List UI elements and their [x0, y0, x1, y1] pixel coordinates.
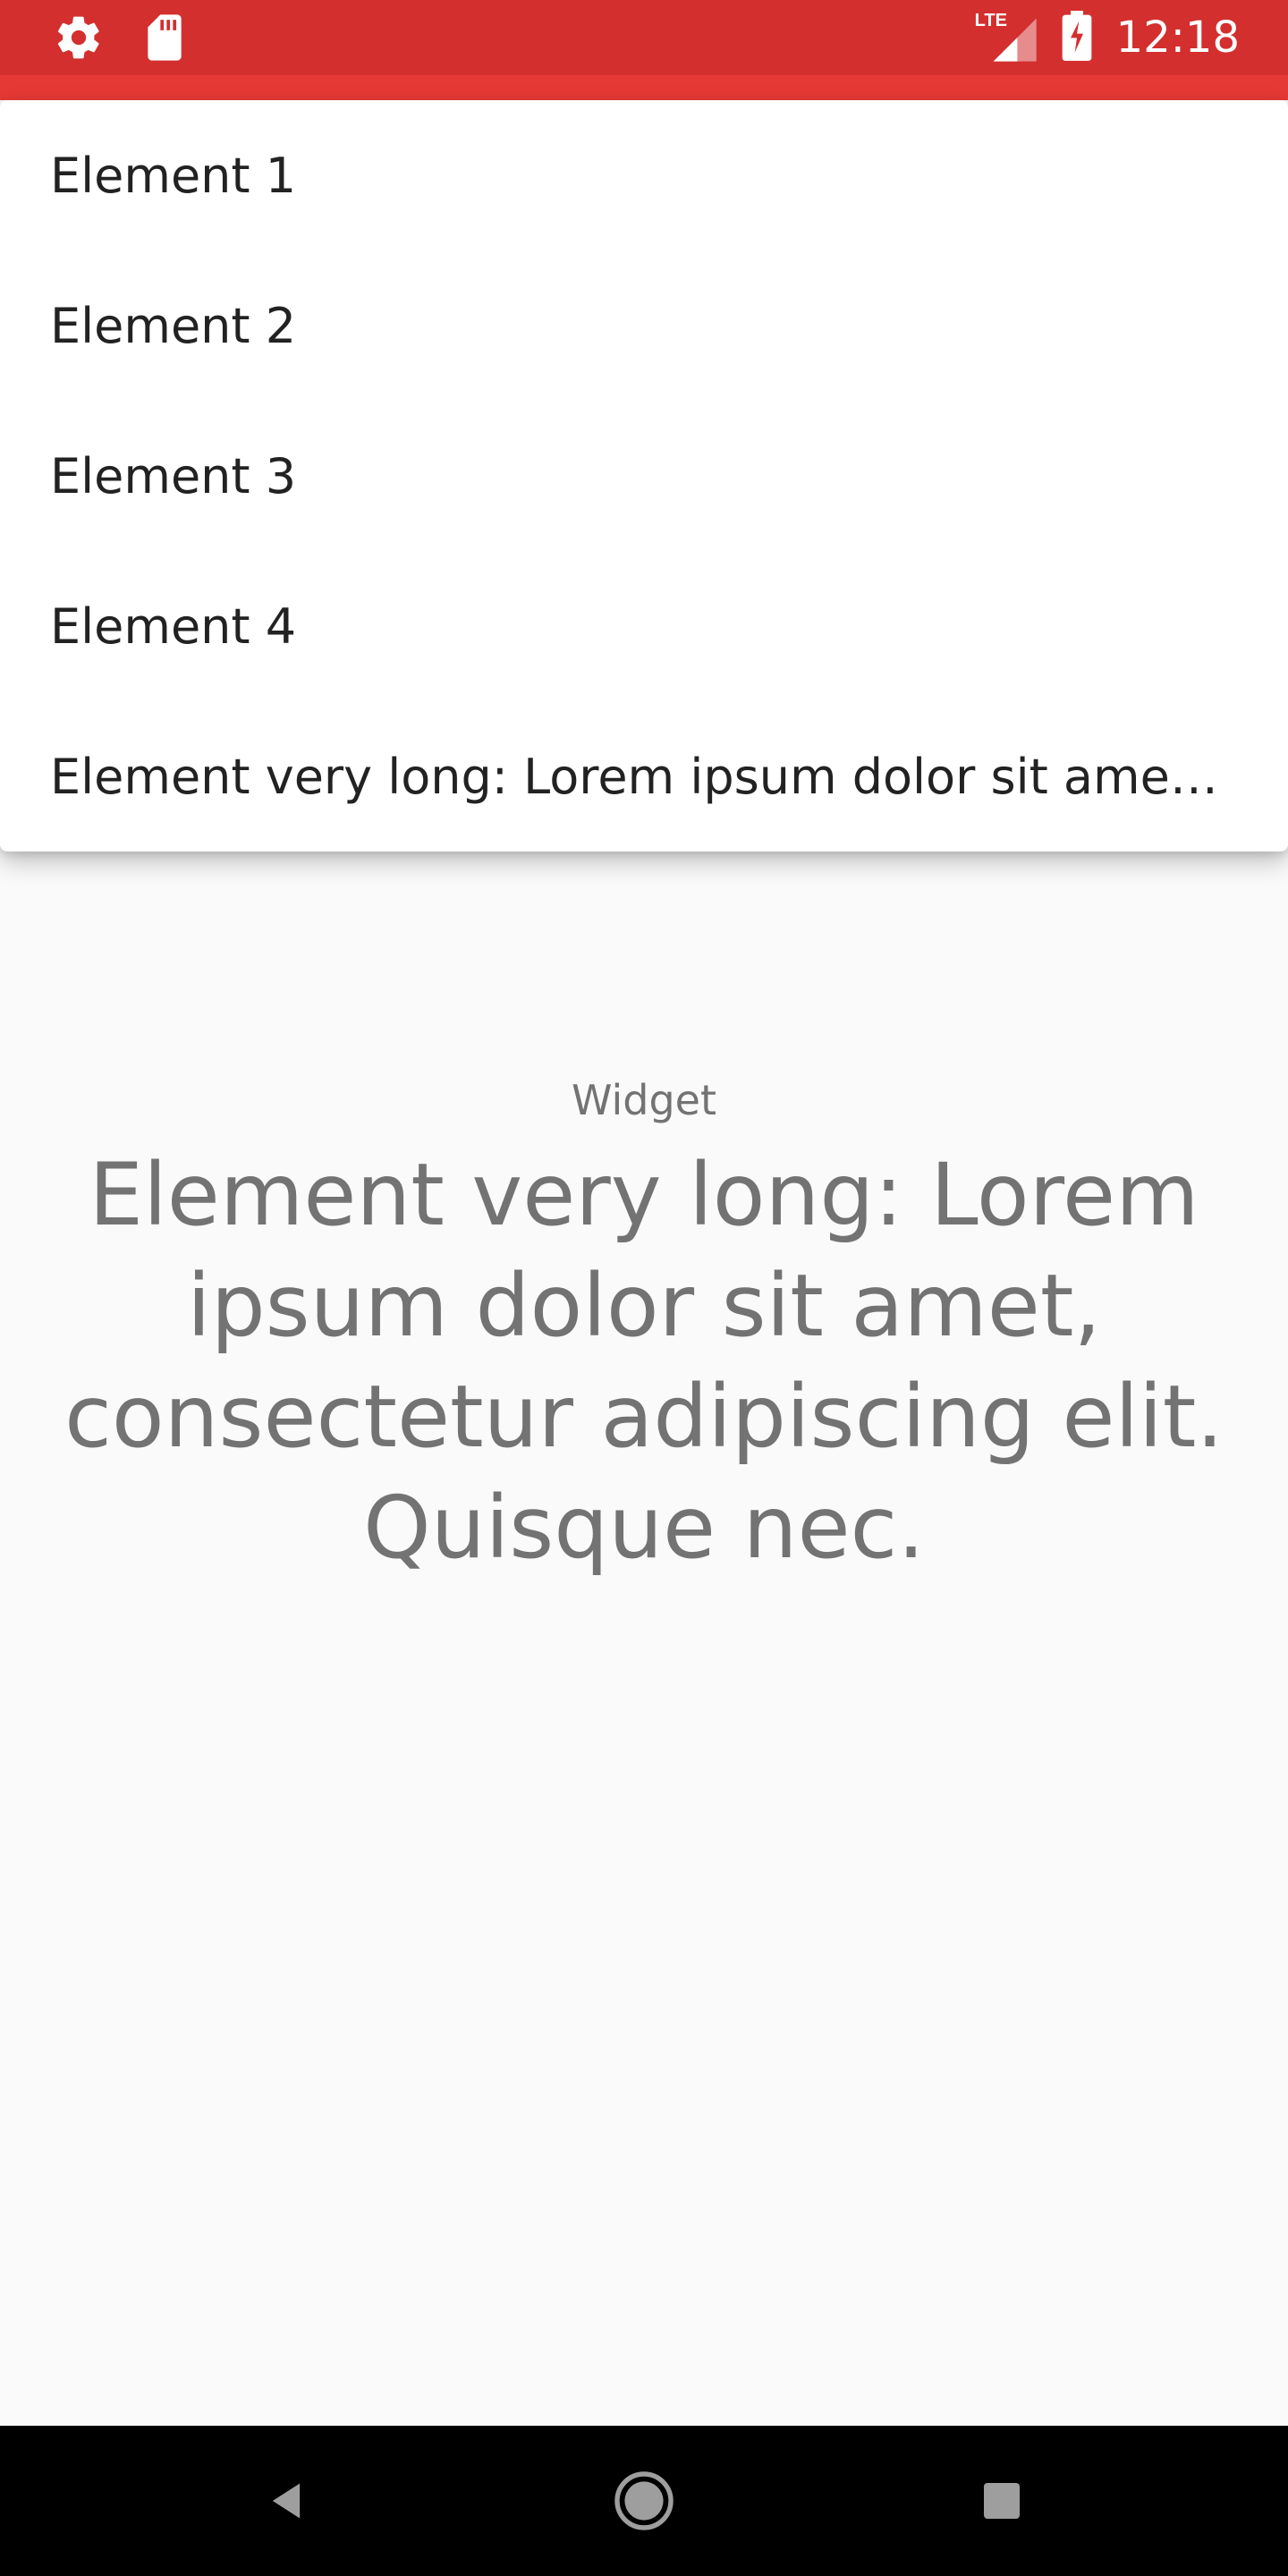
- app-bar: [0, 75, 1288, 100]
- sd-card-icon: [143, 13, 186, 66]
- recents-icon[interactable]: [966, 2465, 1038, 2537]
- status-left-icons: [54, 13, 186, 66]
- dropdown-item-element-3[interactable]: Element 3: [0, 401, 1288, 551]
- dropdown-item-label: Element 1: [50, 147, 297, 204]
- dropdown-item-label: Element very long: Lorem ipsum dolor sit…: [50, 748, 1231, 805]
- dropdown-item-label: Element 2: [50, 297, 297, 354]
- dropdown-item-element-4[interactable]: Element 4: [0, 551, 1288, 701]
- dropdown-menu: Element 1 Element 2 Element 3 Element 4 …: [0, 100, 1288, 852]
- dropdown-item-element-1[interactable]: Element 1: [0, 100, 1288, 250]
- clock: 12:18: [1115, 13, 1240, 63]
- dropdown-item-label: Element 3: [50, 447, 297, 504]
- status-right: LTE 12:18: [975, 9, 1240, 66]
- widget-label: Widget: [572, 1076, 716, 1124]
- dropdown-item-element-2[interactable]: Element 2: [0, 250, 1288, 401]
- dropdown-item-element-very-long[interactable]: Element very long: Lorem ipsum dolor sit…: [0, 701, 1288, 852]
- widget-value: Element very long: Lorem ipsum dolor sit…: [64, 1145, 1224, 1578]
- gear-icon: [54, 13, 104, 66]
- back-icon[interactable]: [250, 2465, 322, 2537]
- widget: Widget Element very long: Lorem ipsum do…: [54, 1073, 1234, 1583]
- lte-signal-icon: LTE: [975, 9, 1038, 66]
- status-bar: LTE 12:18: [0, 0, 1288, 75]
- home-icon[interactable]: [608, 2465, 680, 2537]
- dropdown-item-label: Element 4: [50, 597, 297, 655]
- navigation-bar: [0, 2426, 1288, 2576]
- battery-charging-icon: [1061, 11, 1093, 64]
